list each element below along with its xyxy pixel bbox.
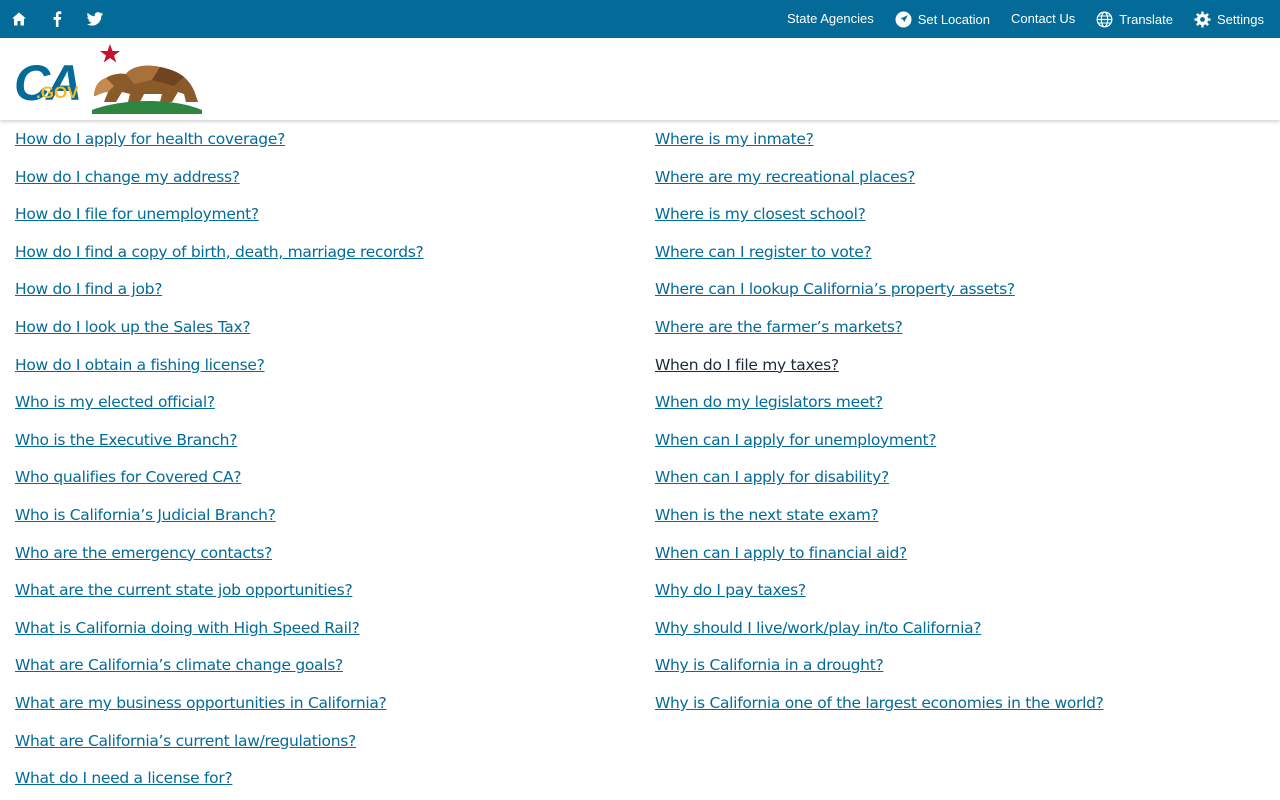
faq-link[interactable]: What do I need a license for? — [15, 769, 233, 787]
ca-gov-logo[interactable]: CA .GOV — [14, 44, 204, 114]
translate-button[interactable]: Translate — [1096, 11, 1173, 28]
list-item: Where can I lookup California’s property… — [655, 280, 1015, 299]
faq-link[interactable]: Where are the farmer’s markets? — [655, 318, 903, 336]
faq-link[interactable]: What is California doing with High Speed… — [15, 619, 360, 637]
faq-link[interactable]: Where can I register to vote? — [655, 243, 872, 261]
home-icon[interactable] — [0, 0, 38, 38]
faq-link[interactable]: What are my business opportunities in Ca… — [15, 694, 387, 712]
gear-icon — [1194, 11, 1211, 28]
faq-link[interactable]: Where is my closest school? — [655, 205, 866, 223]
faq-link[interactable]: How do I find a copy of birth, death, ma… — [15, 243, 424, 261]
faq-link[interactable]: Who is the Executive Branch? — [15, 431, 237, 449]
list-item: Where are my recreational places? — [655, 168, 915, 187]
list-item: Who is the Executive Branch? — [15, 431, 237, 450]
faq-link[interactable]: When do my legislators meet? — [655, 393, 883, 411]
faq-link[interactable]: Who is my elected official? — [15, 393, 215, 411]
list-item: Where is my inmate? — [655, 130, 814, 149]
settings-label: Settings — [1217, 11, 1264, 27]
branding-header: CA .GOV — [0, 38, 1280, 120]
list-item: When can I apply to financial aid? — [655, 544, 907, 563]
faq-link[interactable]: Where can I lookup California’s property… — [655, 280, 1015, 298]
list-item: What do I need a license for? — [15, 769, 233, 788]
list-item: When can I apply for unemployment? — [655, 431, 936, 450]
list-item: Where are the farmer’s markets? — [655, 318, 903, 337]
settings-button[interactable]: Settings — [1194, 11, 1264, 28]
contact-us-label: Contact Us — [1010, 10, 1076, 26]
contact-us-link[interactable]: Contact Us — [1011, 11, 1075, 26]
list-item: When can I apply for disability? — [655, 468, 889, 487]
faq-links-section: How do I apply for health coverage? How d… — [0, 120, 1280, 800]
list-item: Who is California’s Judicial Branch? — [15, 506, 276, 525]
list-item: Why should I live/work/play in/to Califo… — [655, 619, 982, 638]
faq-link[interactable]: How do I apply for health coverage? — [15, 130, 285, 148]
list-item: What are California’s current law/regula… — [15, 732, 356, 751]
list-item: How do I look up the Sales Tax? — [15, 318, 251, 337]
list-item: What is California doing with High Speed… — [15, 619, 360, 638]
utility-header: State Agencies Set Location Contact Us T… — [0, 0, 1280, 38]
faq-link[interactable]: Where is my inmate? — [655, 130, 814, 148]
faq-link[interactable]: When can I apply for unemployment? — [655, 431, 936, 449]
faq-link[interactable]: Why is California in a drought? — [655, 656, 884, 674]
faq-link[interactable]: When can I apply for disability? — [655, 468, 889, 486]
faq-link[interactable]: When can I apply to financial aid? — [655, 544, 907, 562]
faq-link[interactable]: What are the current state job opportuni… — [15, 581, 353, 599]
list-item: What are the current state job opportuni… — [15, 581, 353, 600]
faq-link[interactable]: What are California’s current law/regula… — [15, 732, 356, 750]
state-agencies-label: State Agencies — [786, 10, 874, 26]
utility-left-group — [0, 0, 114, 38]
utility-right-group: State Agencies Set Location Contact Us T… — [766, 0, 1264, 38]
globe-icon — [1096, 11, 1113, 28]
set-location-label: Set Location — [917, 11, 990, 27]
faq-link[interactable]: Where are my recreational places? — [655, 168, 915, 186]
list-item: Where can I register to vote? — [655, 243, 872, 262]
faq-link[interactable]: How do I file for unemployment? — [15, 205, 259, 223]
faq-link[interactable]: How do I look up the Sales Tax? — [15, 318, 251, 336]
list-item: Who qualifies for Covered CA? — [15, 468, 241, 487]
list-item: Where is my closest school? — [655, 205, 866, 224]
list-item: Why do I pay taxes? — [655, 581, 806, 600]
list-item: What are my business opportunities in Ca… — [15, 694, 387, 713]
list-item: When is the next state exam? — [655, 506, 879, 525]
faq-link[interactable]: What are California’s climate change goa… — [15, 656, 343, 674]
list-item: Why is California one of the largest eco… — [655, 694, 1104, 713]
list-item: Who are the emergency contacts? — [15, 544, 272, 563]
state-agencies-link[interactable]: State Agencies — [787, 11, 874, 26]
list-item: Why is California in a drought? — [655, 656, 884, 675]
list-item: How do I apply for health coverage? — [15, 130, 285, 149]
list-item: How do I find a job? — [15, 280, 162, 299]
list-item: When do I file my taxes? — [655, 356, 839, 375]
translate-label: Translate — [1119, 11, 1174, 27]
faq-link[interactable]: Why is California one of the largest eco… — [655, 694, 1104, 712]
faq-link[interactable]: Why do I pay taxes? — [655, 581, 806, 599]
faq-link[interactable]: How do I find a job? — [15, 280, 162, 298]
faq-link[interactable]: How do I obtain a fishing license? — [15, 356, 265, 374]
faq-link[interactable]: Who qualifies for Covered CA? — [15, 468, 241, 486]
list-item: What are California’s climate change goa… — [15, 656, 343, 675]
list-item: How do I file for unemployment? — [15, 205, 259, 224]
faq-link[interactable]: Who is California’s Judicial Branch? — [15, 506, 276, 524]
list-item: Who is my elected official? — [15, 393, 215, 412]
twitter-icon[interactable] — [76, 0, 114, 38]
location-icon — [895, 11, 912, 28]
faq-link[interactable]: When is the next state exam? — [655, 506, 879, 524]
list-item: How do I change my address? — [15, 168, 240, 187]
svg-text:.GOV: .GOV — [36, 83, 79, 102]
faq-link[interactable]: Why should I live/work/play in/to Califo… — [655, 619, 982, 637]
list-item: How do I find a copy of birth, death, ma… — [15, 243, 424, 262]
faq-link[interactable]: When do I file my taxes? — [655, 356, 839, 374]
set-location-button[interactable]: Set Location — [895, 11, 990, 28]
faq-link[interactable]: Who are the emergency contacts? — [15, 544, 272, 562]
faq-link[interactable]: How do I change my address? — [15, 168, 240, 186]
list-item: How do I obtain a fishing license? — [15, 356, 265, 375]
list-item: When do my legislators meet? — [655, 393, 883, 412]
facebook-icon[interactable] — [38, 0, 76, 38]
